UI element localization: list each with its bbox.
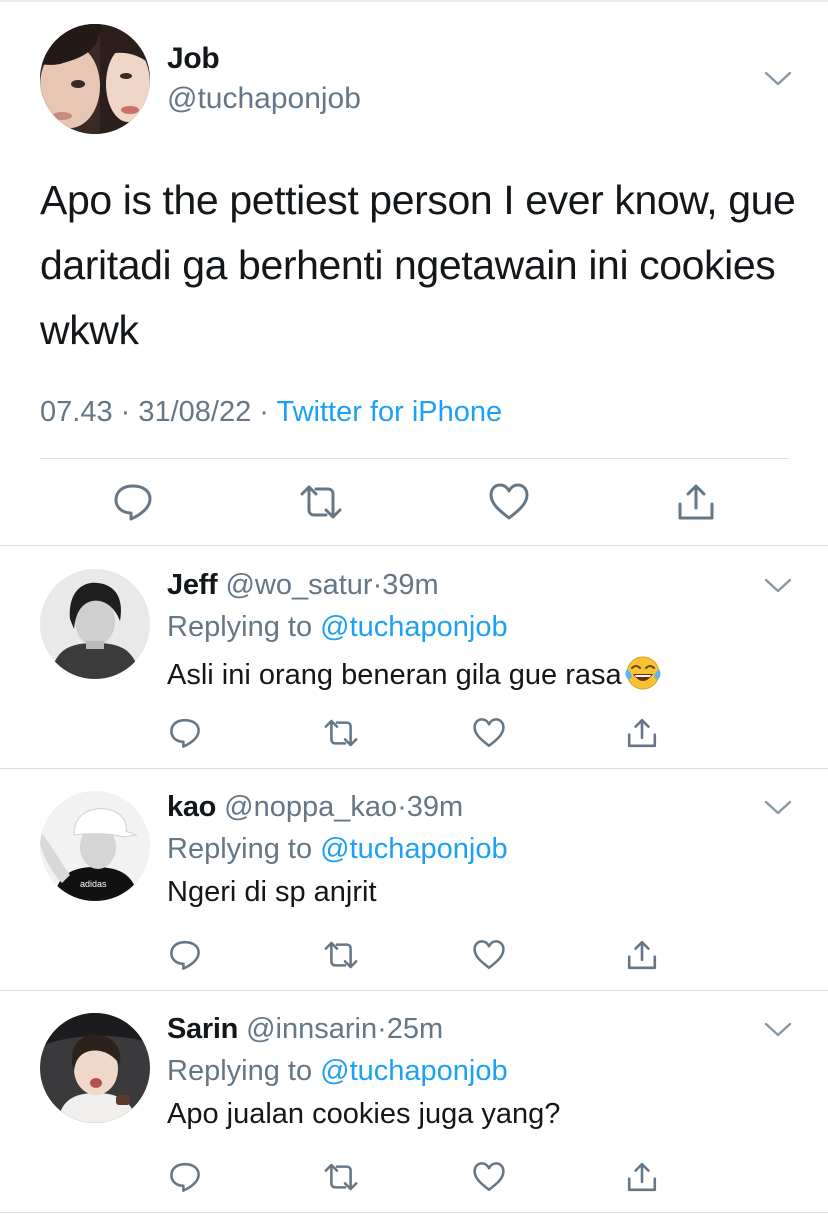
reply-icon[interactable] [168,939,202,976]
like-icon[interactable] [472,939,506,976]
reply-tweet[interactable]: Jeff @wo_satur·39m Replying to @tuchapon… [0,547,828,769]
retweet-icon[interactable] [322,939,360,976]
meta-separator: · [112,396,139,428]
chevron-down-icon[interactable] [764,1021,792,1044]
svg-text:adidas: adidas [80,879,107,889]
share-icon[interactable] [676,482,716,527]
meta-separator: · [251,396,277,428]
avatar[interactable] [40,24,150,134]
reply-icon[interactable] [168,717,202,754]
replying-to-handle[interactable]: @tuchaponjob [320,833,507,865]
reply-tweet[interactable]: adidas kao @noppa_kao·39m Replying to @t… [0,769,828,991]
reply-text: Asli ini orang beneran gila gue rasa [167,659,622,691]
retweet-icon[interactable] [322,717,360,754]
meta-separator: · [397,791,407,823]
chevron-down-icon[interactable] [764,799,792,822]
tweet-meta: 07.43 · 31/08/22 · Twitter for iPhone [40,396,502,429]
like-icon[interactable] [488,482,530,527]
reply-text: Ngeri di sp anjrit [167,876,377,908]
retweet-icon[interactable] [322,1161,360,1198]
reply-icon[interactable] [112,482,154,527]
replying-to-prefix: Replying to [167,833,321,865]
tweet-time: 07.43 [40,396,113,428]
main-tweet: Job @tuchaponjob Apo is the pettiest per… [0,0,828,546]
user-handle[interactable]: @tuchaponjob [167,82,361,116]
replying-to-prefix: Replying to [167,1055,321,1087]
replying-to-prefix: Replying to [167,611,321,643]
reply-text: Apo jualan cookies juga yang? [167,1098,561,1130]
chevron-down-icon[interactable] [764,70,792,93]
reply-time: 39m [406,791,464,823]
reply-time: 25m [386,1013,444,1045]
replying-to-handle[interactable]: @tuchaponjob [320,611,507,643]
chevron-down-icon[interactable] [764,577,792,600]
reply-icon[interactable] [168,1161,202,1198]
reply-header: kao @noppa_kao·39m [167,791,463,824]
reply-header: Jeff @wo_satur·39m [167,569,439,602]
replying-to-handle[interactable]: @tuchaponjob [320,1055,507,1087]
reply-tweet[interactable]: Sarin @innsarin·25m Replying to @tuchapo… [0,991,828,1213]
like-icon[interactable] [472,717,506,754]
share-icon[interactable] [626,1161,658,1198]
tweet-date: 31/08/22 [138,396,252,428]
meta-separator: · [372,569,383,601]
user-handle[interactable]: @innsarin [246,1013,377,1045]
reply-text-row: Asli ini orang beneran gila gue rasa [167,654,662,692]
share-icon[interactable] [626,717,658,754]
user-name[interactable]: Sarin [167,1013,238,1045]
meta-separator: · [377,1013,387,1045]
avatar[interactable] [40,1013,150,1123]
divider [40,458,788,459]
user-handle[interactable]: @noppa_kao [224,791,397,823]
avatar[interactable] [40,569,150,679]
user-name[interactable]: Jeff [167,569,218,601]
tweet-source-link[interactable]: Twitter for iPhone [277,396,503,428]
replying-to: Replying to @tuchaponjob [167,833,508,866]
retweet-icon[interactable] [298,482,344,527]
like-icon[interactable] [472,1161,506,1198]
user-handle[interactable]: @wo_satur [225,569,372,601]
user-name[interactable]: Job [167,42,220,76]
replying-to: Replying to @tuchaponjob [167,611,508,644]
avatar[interactable]: adidas [40,791,150,901]
face-with-tears-of-joy-icon [624,654,662,692]
share-icon[interactable] [626,939,658,976]
reply-time: 39m [382,569,439,601]
tweet-text: Apo is the pettiest person I ever know, … [40,177,796,353]
reply-header: Sarin @innsarin·25m [167,1013,443,1046]
replying-to: Replying to @tuchaponjob [167,1055,508,1088]
user-name[interactable]: kao [167,791,216,823]
